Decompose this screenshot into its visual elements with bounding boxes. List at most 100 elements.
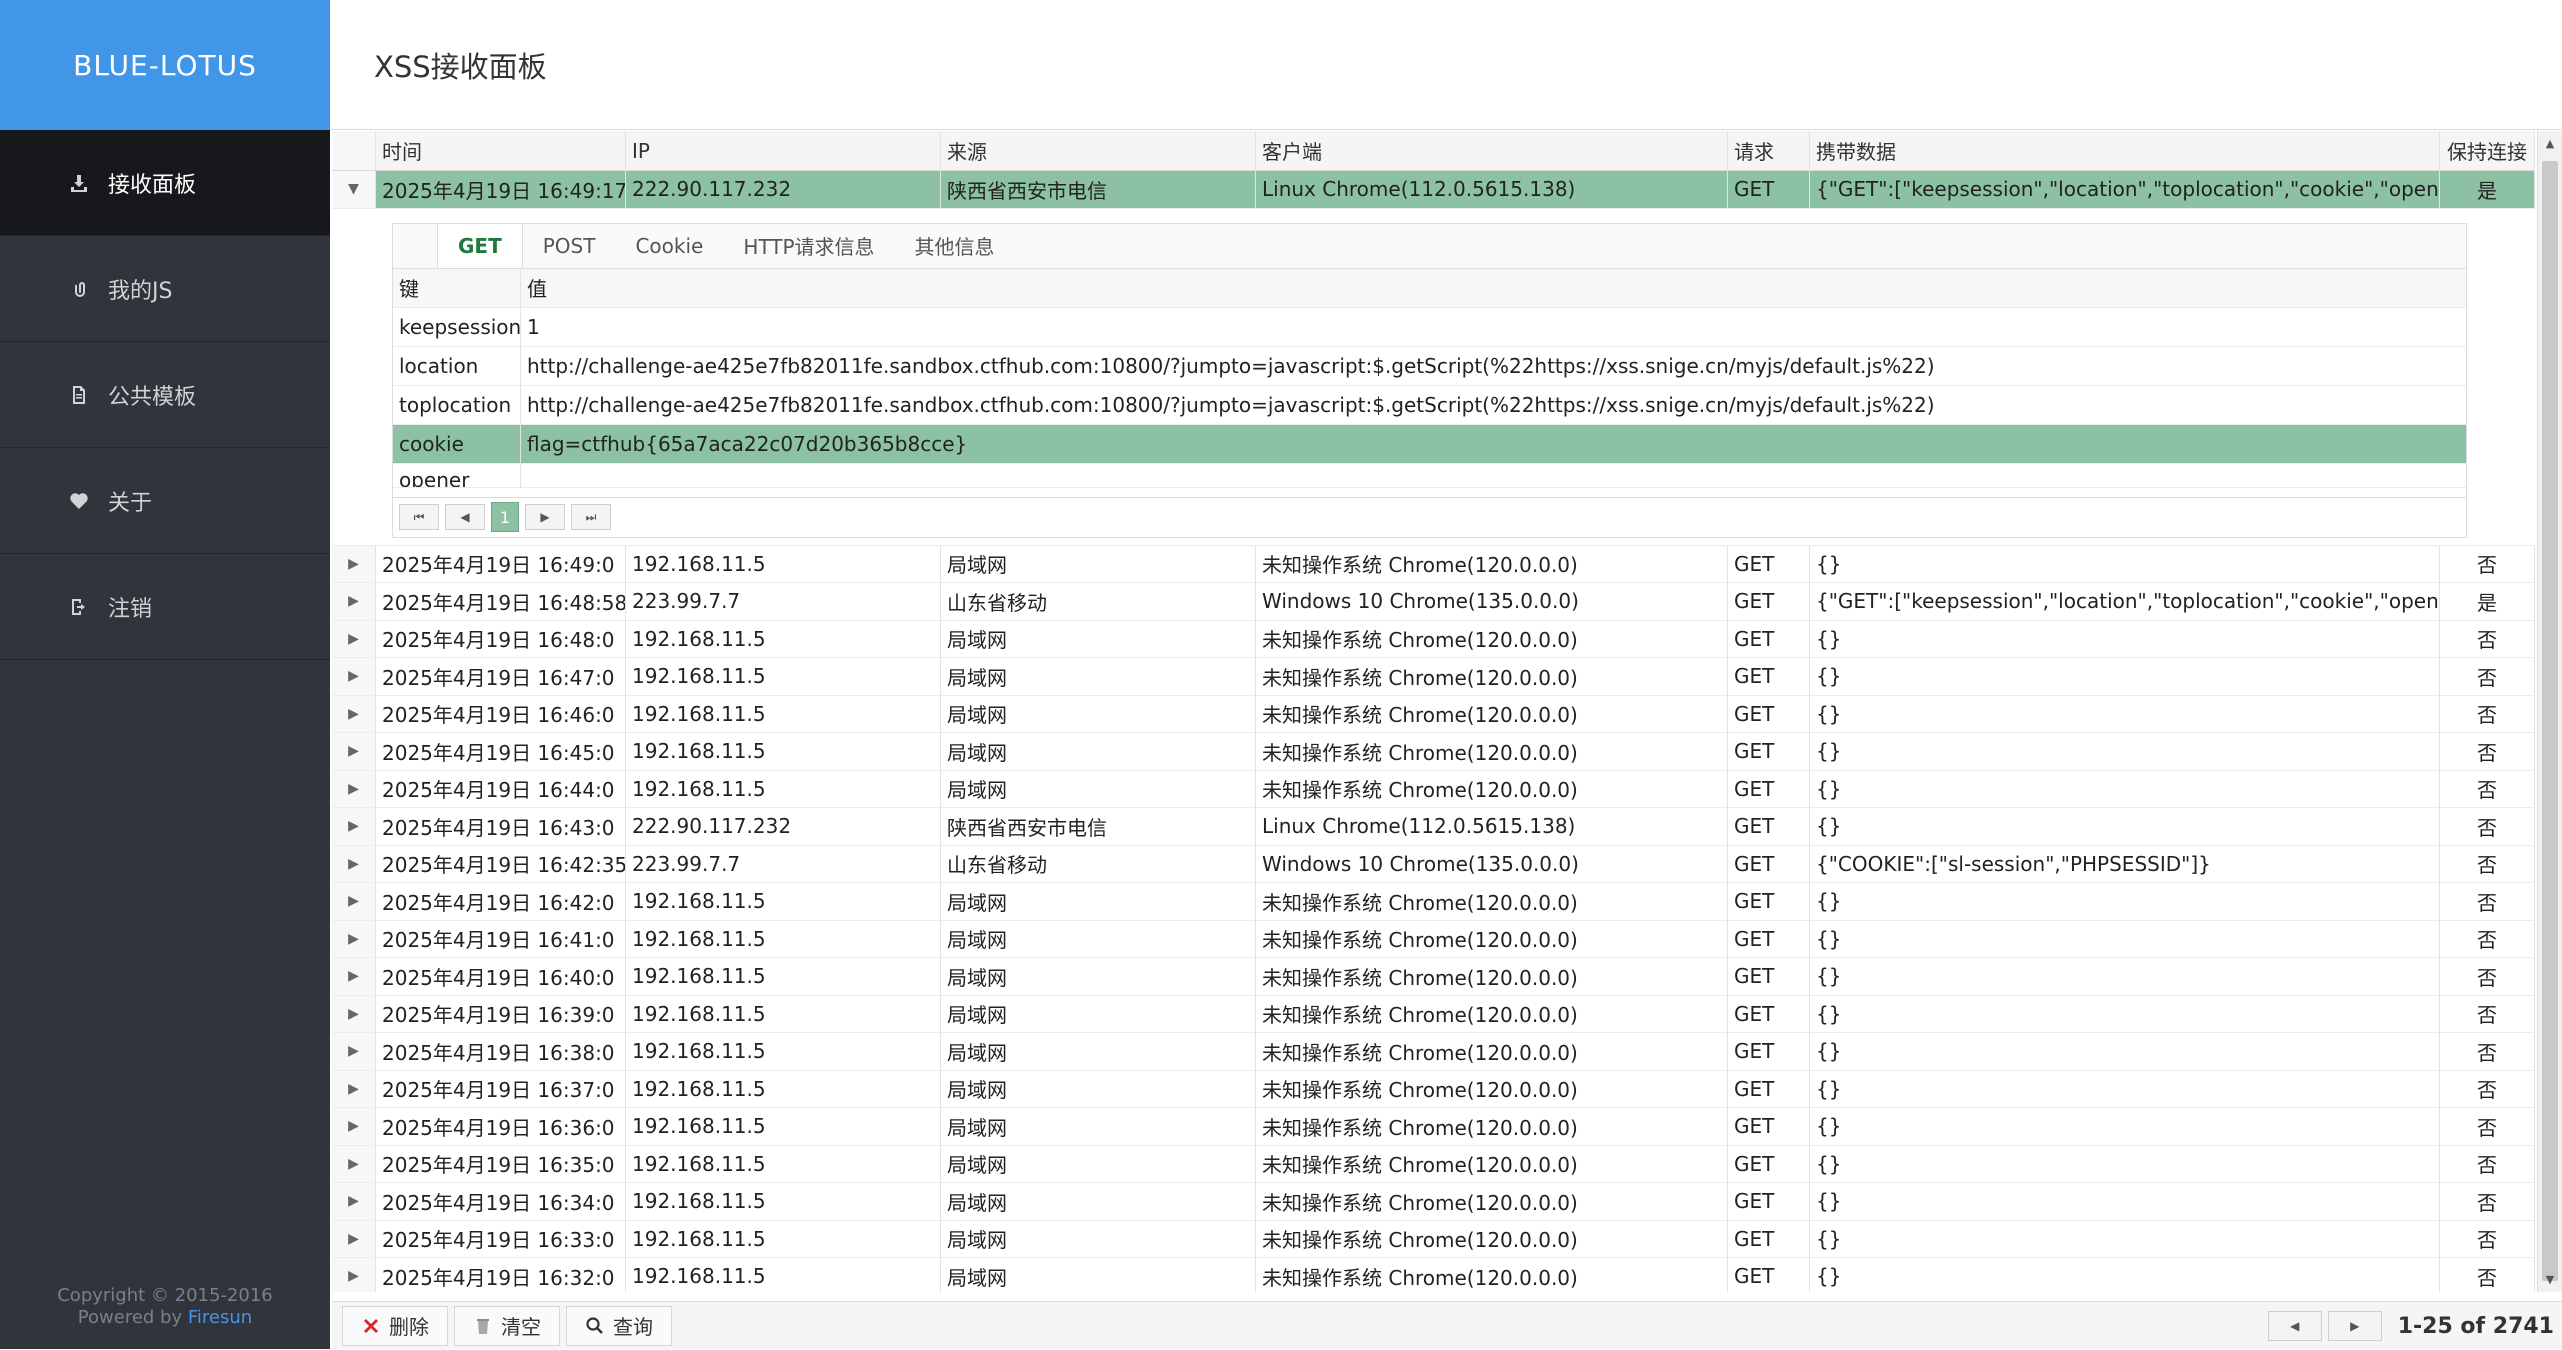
cell-data: {} (1810, 658, 2440, 695)
scroll-thumb[interactable] (2542, 161, 2558, 1281)
cell-client: 未知操作系统 Chrome(120.0.0.0) (1256, 545, 1728, 582)
table-row[interactable]: ▶ 2025年4月19日 16:32:0 192.168.11.5 局域网 未知操作系统… (332, 1258, 2535, 1292)
tab-http-request[interactable]: HTTP请求信息 (723, 224, 894, 268)
cell-client: 未知操作系统 Chrome(120.0.0.0) (1256, 995, 1728, 1032)
column-header-data[interactable]: 携带数据 (1810, 131, 2440, 170)
cell-data: {} (1810, 1108, 2440, 1145)
table-row[interactable]: ▶ 2025年4月19日 16:46:0 192.168.11.5 局域网 未知操作系统… (332, 695, 2535, 733)
table-row[interactable]: ▶ 2025年4月19日 16:47:0 192.168.11.5 局域网 未知操作系统… (332, 658, 2535, 696)
row-expand-toggle[interactable]: ▶ (332, 1183, 376, 1220)
table-row[interactable]: ▶ 2025年4月19日 16:36:0 192.168.11.5 局域网 未知操作系统… (332, 1108, 2535, 1146)
chevron-right-icon: ▶ (348, 968, 359, 985)
cell-ip: 222.90.117.232 (626, 171, 941, 208)
scroll-down-icon[interactable]: ▼ (2538, 1267, 2562, 1292)
nav-item-my-js[interactable]: 我的JS (0, 236, 330, 342)
nav-item-about[interactable]: 关于 (0, 448, 330, 554)
tab-cookie[interactable]: Cookie (615, 224, 723, 268)
cell-source: 山东省移动 (941, 845, 1256, 882)
cell-client: 未知操作系统 Chrome(120.0.0.0) (1256, 620, 1728, 657)
table-row[interactable]: ▶ 2025年4月19日 16:48:0 192.168.11.5 局域网 未知操作系统… (332, 620, 2535, 658)
table-row[interactable]: ▶ 2025年4月19日 16:42:0 192.168.11.5 局域网 未知操作系统… (332, 883, 2535, 921)
nav-item-public-templates[interactable]: 公共模板 (0, 342, 330, 448)
row-expand-toggle[interactable]: ▶ (332, 1108, 376, 1145)
column-header-source[interactable]: 来源 (941, 131, 1256, 170)
row-expand-toggle[interactable]: ▶ (332, 958, 376, 995)
table-row[interactable]: ▶ 2025年4月19日 16:40:0 192.168.11.5 局域网 未知操作系统… (332, 958, 2535, 996)
table-row[interactable]: ▶ 2025年4月19日 16:39:0 192.168.11.5 局域网 未知操作系统… (332, 995, 2535, 1033)
tab-get[interactable]: GET (437, 222, 523, 268)
next-page-button[interactable]: ▶ (525, 504, 565, 530)
column-header-method[interactable]: 请求 (1728, 131, 1810, 170)
row-expand-toggle[interactable]: ▶ (332, 1258, 376, 1292)
row-expand-toggle[interactable]: ▶ (332, 1220, 376, 1257)
cell-keep: 否 (2440, 695, 2535, 732)
row-expand-toggle[interactable]: ▶ (332, 620, 376, 657)
kv-row[interactable]: toplocation http://challenge-ae425e7fb82… (393, 385, 2466, 425)
row-expand-toggle[interactable]: ▶ (332, 695, 376, 732)
table-row-selected[interactable]: ▼ 2025年4月19日 16:49:17 222.90.117.232 陕西省… (332, 171, 2535, 209)
table-row[interactable]: ▶ 2025年4月19日 16:38:0 192.168.11.5 局域网 未知操作系统… (332, 1033, 2535, 1071)
column-header-keep[interactable]: 保持连接 (2440, 131, 2535, 170)
row-expand-toggle[interactable]: ▶ (332, 1145, 376, 1182)
detail-pager: ⏮ ◀ 1 ▶ ⏭ (393, 496, 2466, 537)
cell-time: 2025年4月19日 16:42:0 (376, 883, 626, 920)
clear-button[interactable]: 清空 (454, 1305, 560, 1346)
table-row[interactable]: ▶ 2025年4月19日 16:48:58 223.99.7.7 山东省移动 Windo… (332, 583, 2535, 621)
trash-icon (473, 1316, 493, 1336)
row-expand-toggle[interactable]: ▶ (332, 920, 376, 957)
row-expand-toggle[interactable]: ▶ (332, 845, 376, 882)
table-row[interactable]: ▶ 2025年4月19日 16:44:0 192.168.11.5 局域网 未知操作系统… (332, 770, 2535, 808)
cell-time: 2025年4月19日 16:40:0 (376, 958, 626, 995)
column-header-time[interactable]: 时间 (376, 131, 626, 170)
table-row[interactable]: ▶ 2025年4月19日 16:42:35 223.99.7.7 山东省移动 Windo… (332, 845, 2535, 883)
chevron-right-icon: ▶ (348, 1118, 359, 1135)
query-button[interactable]: 查询 (566, 1305, 672, 1346)
table-row[interactable]: ▶ 2025年4月19日 16:45:0 192.168.11.5 局域网 未知操作系统… (332, 733, 2535, 771)
row-expand-toggle[interactable]: ▶ (332, 733, 376, 770)
row-detail: GET POST Cookie HTTP请求信息 其他信息 键 值 keepse… (332, 209, 2535, 546)
row-expand-toggle[interactable]: ▶ (332, 808, 376, 845)
table-row[interactable]: ▶ 2025年4月19日 16:35:0 192.168.11.5 局域网 未知操作系统… (332, 1145, 2535, 1183)
nav-label: 关于 (108, 490, 153, 516)
prev-page-button[interactable]: ◀ (445, 504, 485, 530)
cell-client: 未知操作系统 Chrome(120.0.0.0) (1256, 770, 1728, 807)
kv-row[interactable]: location http://challenge-ae425e7fb82011… (393, 346, 2466, 386)
table-row[interactable]: ▶ 2025年4月19日 16:49:0 192.168.11.5 局域网 未知操作系统… (332, 545, 2535, 583)
kv-row-selected[interactable]: cookie flag=ctfhub{65a7aca22c07d20b365b8… (393, 424, 2466, 464)
column-header-ip[interactable]: IP (626, 131, 941, 170)
column-header-client[interactable]: 客户端 (1256, 131, 1728, 170)
cell-ip: 192.168.11.5 (626, 695, 941, 732)
row-expand-toggle[interactable]: ▶ (332, 995, 376, 1032)
row-expand-toggle[interactable]: ▶ (332, 658, 376, 695)
last-page-button[interactable]: ⏭ (571, 504, 611, 530)
table-row[interactable]: ▶ 2025年4月19日 16:41:0 192.168.11.5 局域网 未知操作系统… (332, 920, 2535, 958)
kv-row[interactable]: keepsession 1 (393, 307, 2466, 347)
table-row[interactable]: ▶ 2025年4月19日 16:43:0 222.90.117.232 陕西省西安市电… (332, 808, 2535, 846)
row-expand-toggle[interactable]: ▶ (332, 583, 376, 620)
powered-by-link[interactable]: Firesun (188, 1307, 252, 1328)
row-expand-toggle[interactable]: ▶ (332, 1070, 376, 1107)
row-expand-toggle[interactable]: ▶ (332, 883, 376, 920)
current-page-button[interactable]: 1 (491, 502, 519, 532)
nav-item-logout[interactable]: 注销 (0, 554, 330, 660)
cell-client: Linux Chrome(112.0.5615.138) (1256, 171, 1728, 208)
tab-other-info[interactable]: 其他信息 (895, 224, 1015, 268)
scroll-up-icon[interactable]: ▲ (2538, 131, 2562, 156)
vertical-scrollbar[interactable]: ▲ ▼ (2537, 131, 2562, 1292)
table-row[interactable]: ▶ 2025年4月19日 16:37:0 192.168.11.5 局域网 未知操作系统… (332, 1070, 2535, 1108)
table-row[interactable]: ▶ 2025年4月19日 16:34:0 192.168.11.5 局域网 未知操作系统… (332, 1183, 2535, 1221)
row-expand-toggle[interactable]: ▶ (332, 545, 376, 582)
row-expand-toggle[interactable]: ▶ (332, 1033, 376, 1070)
nav-item-receive-panel[interactable]: 接收面板 (0, 130, 330, 236)
row-expand-toggle[interactable]: ▶ (332, 770, 376, 807)
next-page-button[interactable]: ▶ (2327, 1311, 2382, 1341)
first-page-button[interactable]: ⏮ (399, 504, 439, 530)
cell-method: GET (1728, 620, 1810, 657)
kv-row[interactable]: opener (393, 463, 2466, 488)
tab-post[interactable]: POST (523, 224, 616, 268)
cell-ip: 192.168.11.5 (626, 1108, 941, 1145)
delete-button[interactable]: 删除 (342, 1305, 448, 1346)
prev-page-button[interactable]: ◀ (2267, 1311, 2322, 1341)
row-collapse-toggle[interactable]: ▼ (332, 171, 376, 208)
table-row[interactable]: ▶ 2025年4月19日 16:33:0 192.168.11.5 局域网 未知操作系统… (332, 1220, 2535, 1258)
